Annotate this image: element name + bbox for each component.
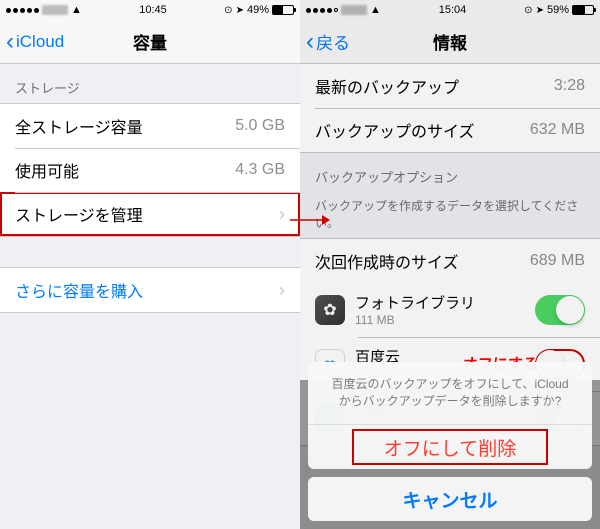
phone-screen-info: ▲ 15:04 ⊙ ➤ 59% ‹ 戻る 情報 最新のバックアップ 3:28 バ… — [300, 0, 600, 529]
phone-screen-storage: ▲ 10:45 ⊙ ➤ 49% ‹ iCloud 容量 ストレージ 全ストレージ… — [0, 0, 300, 529]
battery-icon — [272, 5, 294, 15]
sheet-delete-button[interactable]: オフにして削除 — [348, 425, 552, 469]
carrier-label — [42, 5, 68, 15]
alarm-icon: ⊙ — [224, 5, 232, 16]
row-manage-storage[interactable]: ストレージを管理 › — [0, 192, 300, 236]
location-icon: ➤ — [236, 5, 244, 16]
row-available: 使用可能 4.3 GB — [0, 148, 300, 192]
row-buy-more[interactable]: さらに容量を購入 › — [0, 268, 300, 312]
sheet-cancel-button[interactable]: キャンセル — [308, 477, 592, 521]
signal-dots-icon — [6, 8, 39, 13]
wifi-icon: ▲ — [71, 4, 82, 16]
action-sheet: 百度云のバックアップをオフにして、iCloudからバックアップデータを削除します… — [300, 354, 600, 529]
nav-bar: ‹ iCloud 容量 — [0, 20, 300, 64]
storage-group: 全ストレージ容量 5.0 GB 使用可能 4.3 GB ストレージを管理 › — [0, 103, 300, 237]
chevron-right-icon: › — [279, 204, 285, 225]
buy-more-group: さらに容量を購入 › — [0, 267, 300, 313]
sheet-message: 百度云のバックアップをオフにして、iCloudからバックアップデータを削除します… — [308, 362, 592, 425]
row-label: ストレージを管理 — [15, 202, 143, 226]
section-header-storage: ストレージ — [0, 64, 300, 103]
page-title: 容量 — [133, 29, 167, 54]
row-label: 使用可能 — [15, 158, 79, 182]
chevron-left-icon: ‹ — [6, 28, 14, 56]
chevron-right-icon: › — [279, 280, 285, 301]
row-value: 5.0 GB — [235, 117, 285, 135]
back-label: iCloud — [16, 32, 64, 52]
battery-percent: 49% — [247, 4, 269, 16]
back-button[interactable]: ‹ iCloud — [0, 28, 64, 56]
clock: 10:45 — [139, 4, 167, 16]
row-value: 4.3 GB — [235, 161, 285, 179]
status-bar: ▲ 10:45 ⊙ ➤ 49% — [0, 0, 300, 20]
row-label: さらに容量を購入 — [15, 278, 143, 302]
row-total-storage: 全ストレージ容量 5.0 GB — [0, 104, 300, 148]
row-label: 全ストレージ容量 — [15, 114, 143, 138]
